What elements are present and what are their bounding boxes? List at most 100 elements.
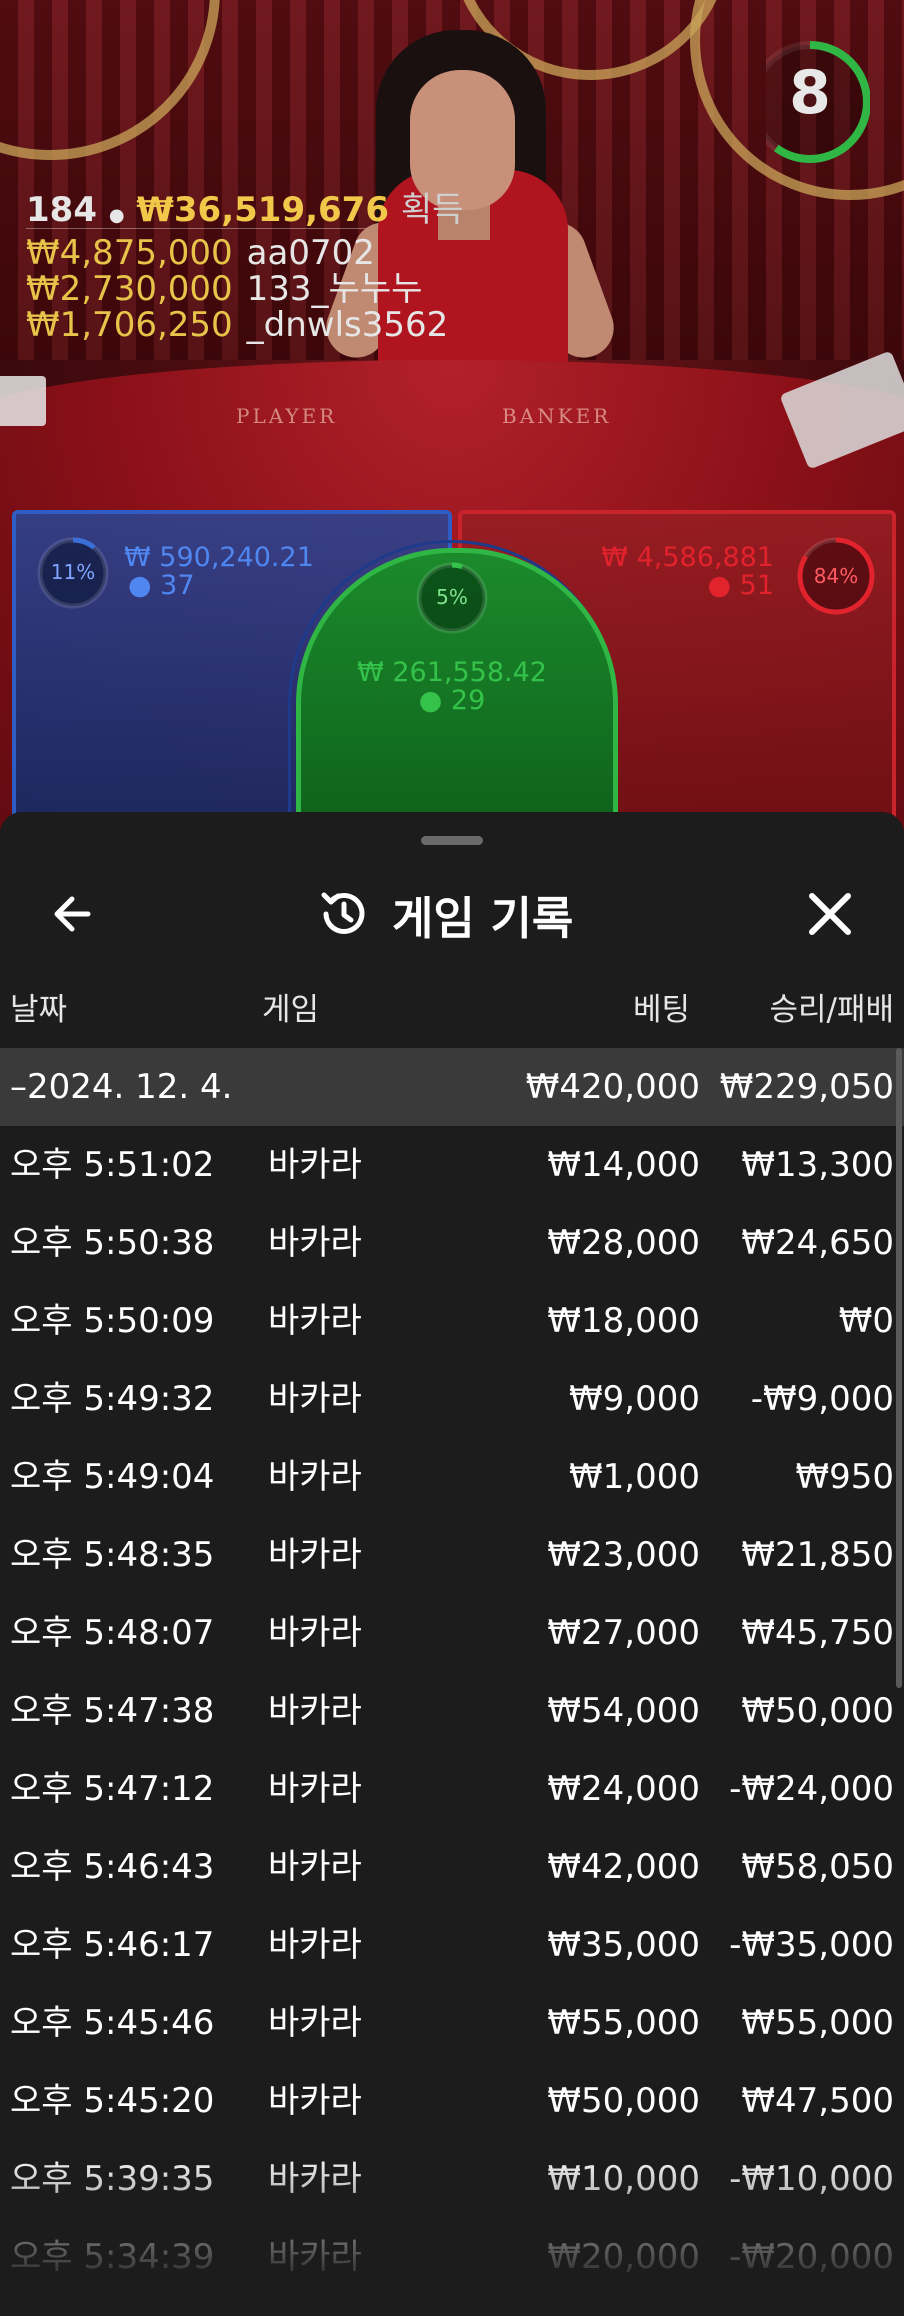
row-result: -₩20,000 xyxy=(729,2237,894,2277)
row-time: 오후 5:49:04 xyxy=(10,1457,215,1497)
row-game: 바카라 xyxy=(268,1535,362,1575)
row-bet: ₩10,000 xyxy=(547,2159,700,2199)
history-row[interactable]: 오후 5:34:39 바카라 ₩20,000 -₩20,000 xyxy=(0,2218,904,2296)
person-icon: ● xyxy=(108,205,125,226)
winner-amount: ₩4,875,000 xyxy=(26,233,233,273)
row-game: 바카라 xyxy=(268,1613,362,1653)
history-row[interactable]: 오후 5:51:02 바카라 ₩14,000 ₩13,300 xyxy=(0,1126,904,1204)
column-header-result: 승리/패배 xyxy=(769,992,894,1028)
row-result: ₩13,300 xyxy=(741,1145,894,1185)
row-time: 오후 5:45:20 xyxy=(10,2081,215,2121)
row-result: ₩21,850 xyxy=(741,1535,894,1575)
history-row[interactable]: 오후 5:45:20 바카라 ₩50,000 ₩47,500 xyxy=(0,2062,904,2140)
row-result: ₩47,500 xyxy=(741,2081,894,2121)
winner-name: 133_누누누 xyxy=(246,269,423,309)
winner-entry: ₩2,730,000 133_누누누 xyxy=(26,271,463,307)
tie-bet-zone[interactable]: 5% ₩ 261,558.42 ● 29 xyxy=(296,548,618,830)
banker-percent-ring: 84% xyxy=(794,534,878,618)
row-time: 오후 5:50:38 xyxy=(10,1223,215,1263)
row-time: 오후 5:48:35 xyxy=(10,1535,215,1575)
row-bet: ₩55,000 xyxy=(547,2003,700,2043)
summary-result: ₩229,050 xyxy=(719,1067,894,1107)
history-row[interactable]: 오후 5:49:32 바카라 ₩9,000 -₩9,000 xyxy=(0,1360,904,1438)
live-game-view: PLAYER BANKER 8 184 ● ₩36,519,676 획득 ₩4,… xyxy=(0,0,904,830)
row-bet: ₩18,000 xyxy=(547,1301,700,1341)
banker-amount: ₩ 4,586,881 xyxy=(601,542,774,573)
tie-amount: ₩ 261,558.42 xyxy=(357,657,547,688)
history-row[interactable]: 오후 5:48:35 바카라 ₩23,000 ₩21,850 xyxy=(0,1516,904,1594)
row-result: ₩45,750 xyxy=(741,1613,894,1653)
row-result: ₩58,050 xyxy=(741,1847,894,1887)
row-game: 바카라 xyxy=(268,1301,362,1341)
history-row[interactable]: 오후 5:47:38 바카라 ₩54,000 ₩50,000 xyxy=(0,1672,904,1750)
sheet-title: 게임 기록 xyxy=(392,891,574,945)
row-game: 바카라 xyxy=(268,2159,362,2199)
row-time: 오후 5:51:02 xyxy=(10,1145,215,1185)
row-game: 바카라 xyxy=(268,2237,362,2277)
winner-amount: ₩1,706,250 xyxy=(26,305,233,345)
row-time: 오후 5:46:43 xyxy=(10,1847,215,1887)
winner-name: aa0702 xyxy=(246,233,375,273)
player-amount: ₩ 590,240.21 xyxy=(124,542,314,573)
tie-bettors: ● 29 xyxy=(301,687,603,715)
row-bet: ₩42,000 xyxy=(547,1847,700,1887)
player-bettor-count: 37 xyxy=(160,570,195,601)
date-summary-row[interactable]: –2024. 12. 4. ₩420,000 ₩229,050 xyxy=(0,1048,904,1126)
row-bet: ₩27,000 xyxy=(547,1613,700,1653)
column-header-date: 날짜 xyxy=(10,992,68,1028)
countdown-timer: 8 xyxy=(749,36,871,166)
row-bet: ₩23,000 xyxy=(547,1535,700,1575)
dealer-face xyxy=(410,70,515,210)
tie-percent-ring: 5% xyxy=(413,559,491,637)
scrollbar[interactable] xyxy=(896,1048,902,1688)
player-bettors: ● 37 xyxy=(128,572,195,600)
history-row[interactable]: 오후 5:45:46 바카라 ₩55,000 ₩55,000 xyxy=(0,1984,904,2062)
history-table: –2024. 12. 4. ₩420,000 ₩229,050 오후 5:51:… xyxy=(0,1048,904,2296)
row-time: 오후 5:46:17 xyxy=(10,1925,215,1965)
banker-percent: 84% xyxy=(813,564,859,588)
banker-bettors: ● 51 xyxy=(707,572,774,600)
history-row[interactable]: 오후 5:50:38 바카라 ₩28,000 ₩24,650 xyxy=(0,1204,904,1282)
history-row[interactable]: 오후 5:47:12 바카라 ₩24,000 -₩24,000 xyxy=(0,1750,904,1828)
row-result: ₩0 xyxy=(838,1301,894,1341)
history-icon xyxy=(321,892,365,934)
history-row[interactable]: 오후 5:49:04 바카라 ₩1,000 ₩950 xyxy=(0,1438,904,1516)
row-result: -₩9,000 xyxy=(750,1379,894,1419)
close-icon xyxy=(809,893,851,935)
row-game: 바카라 xyxy=(268,1457,362,1497)
person-icon: ● xyxy=(128,570,152,601)
close-button[interactable] xyxy=(800,884,860,944)
row-time: 오후 5:50:09 xyxy=(10,1301,215,1341)
history-row[interactable]: 오후 5:46:43 바카라 ₩42,000 ₩58,050 xyxy=(0,1828,904,1906)
history-row[interactable]: 오후 5:46:17 바카라 ₩35,000 -₩35,000 xyxy=(0,1906,904,1984)
winners-panel: 184 ● ₩36,519,676 획득 ₩4,875,000 aa0702 ₩2… xyxy=(26,192,463,343)
sheet-title-group: 게임 기록 xyxy=(316,886,573,945)
row-result: ₩50,000 xyxy=(741,1691,894,1731)
winner-entry: ₩4,875,000 aa0702 xyxy=(26,235,463,271)
row-game: 바카라 xyxy=(268,2003,362,2043)
back-button[interactable] xyxy=(44,884,104,944)
row-result: -₩35,000 xyxy=(729,1925,894,1965)
table-label-banker: BANKER xyxy=(502,404,612,428)
player-percent-ring: 11% xyxy=(34,534,112,612)
row-bet: ₩14,000 xyxy=(547,1145,700,1185)
summary-bet: ₩420,000 xyxy=(525,1067,700,1107)
sheet-drag-handle[interactable] xyxy=(421,836,483,845)
person-icon: ● xyxy=(418,685,443,716)
banker-bettor-count: 51 xyxy=(739,570,774,601)
row-time: 오후 5:39:35 xyxy=(10,2159,215,2199)
arrow-left-icon xyxy=(54,896,91,932)
history-row[interactable]: 오후 5:48:07 바카라 ₩27,000 ₩45,750 xyxy=(0,1594,904,1672)
row-bet: ₩9,000 xyxy=(569,1379,700,1419)
game-history-sheet: 게임 기록 날짜 게임 베팅 승리/패배 –2024. 12. 4. ₩420,… xyxy=(0,812,904,2316)
row-time: 오후 5:34:39 xyxy=(10,2237,215,2277)
tie-percent: 5% xyxy=(436,585,468,609)
row-game: 바카라 xyxy=(268,1145,362,1185)
row-result: -₩24,000 xyxy=(729,1769,894,1809)
history-row[interactable]: 오후 5:39:35 바카라 ₩10,000 -₩10,000 xyxy=(0,2140,904,2218)
column-header-game: 게임 xyxy=(262,992,320,1028)
winner-amount: ₩2,730,000 xyxy=(26,269,233,309)
summary-date: –2024. 12. 4. xyxy=(10,1067,233,1107)
history-row[interactable]: 오후 5:50:09 바카라 ₩18,000 ₩0 xyxy=(0,1282,904,1360)
table-label-player: PLAYER xyxy=(236,404,338,428)
